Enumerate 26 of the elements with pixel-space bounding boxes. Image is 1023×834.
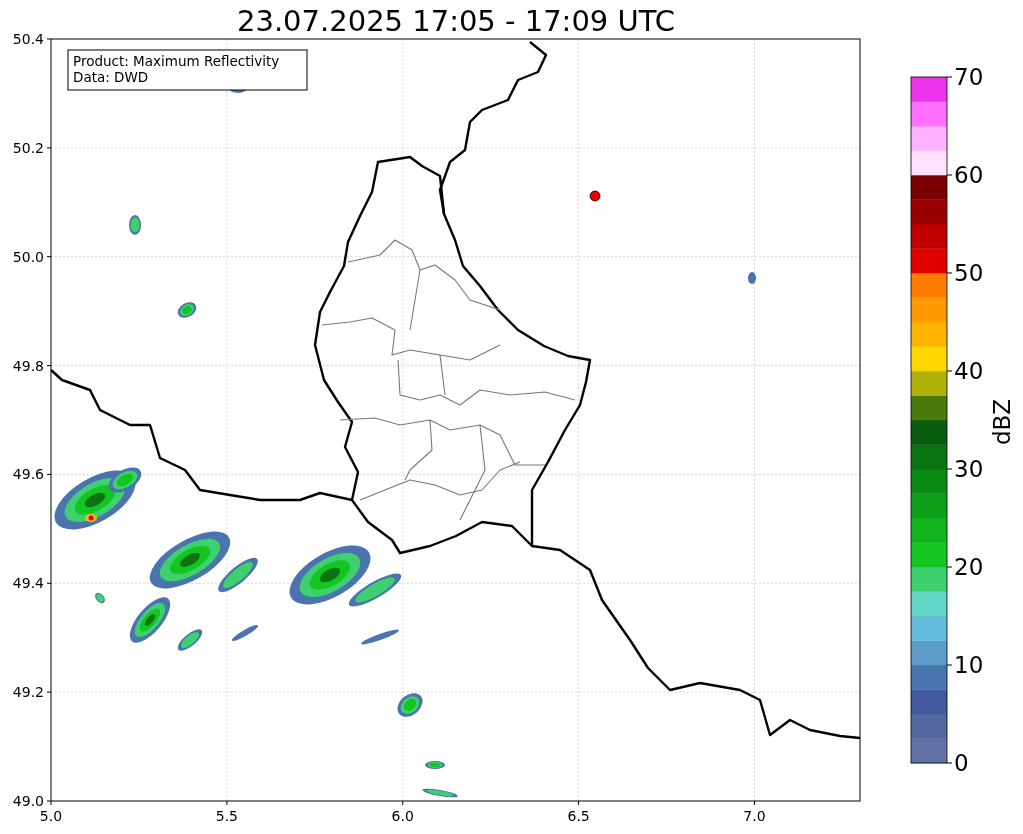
info-text: Product: Maximum Reflectivity: [73, 53, 280, 69]
y-tick-label: 49.2: [12, 684, 44, 701]
y-tick-label: 49.8: [12, 357, 44, 374]
radar-site-marker: [589, 190, 601, 202]
x-tick-label: 6.5: [567, 808, 590, 824]
x-tick-label: 5.5: [215, 808, 238, 824]
y-tick-label: 50.0: [12, 248, 44, 265]
colorbar-tick-label: 10: [954, 652, 984, 678]
colorbar-tick-label: 40: [954, 358, 984, 384]
colorbar-tick-label: 30: [954, 456, 984, 482]
y-tick-label: 49.0: [12, 793, 44, 809]
y-tick-label: 50.2: [12, 139, 44, 156]
info-text: Data: DWD: [73, 69, 149, 85]
x-tick-label: 5.0: [39, 808, 63, 824]
x-tick-label: 7.0: [743, 808, 766, 824]
y-tick-label: 49.4: [12, 575, 44, 592]
chart-title: 23.07.2025 17:05 - 17:09 UTC: [237, 4, 675, 38]
y-tick-label: 50.4: [12, 31, 44, 47]
colorbar-tick-label: 0: [954, 750, 969, 776]
x-tick-label: 6.0: [391, 808, 414, 824]
y-tick-label: 49.6: [12, 466, 44, 483]
colorbar-tick-label: 50: [954, 260, 984, 286]
colorbar-label: dBZ: [989, 398, 1015, 446]
colorbar-tick-label: 60: [954, 162, 984, 188]
colorbar-tick-label: 70: [954, 64, 984, 90]
colorbar-tick-label: 20: [954, 554, 984, 580]
